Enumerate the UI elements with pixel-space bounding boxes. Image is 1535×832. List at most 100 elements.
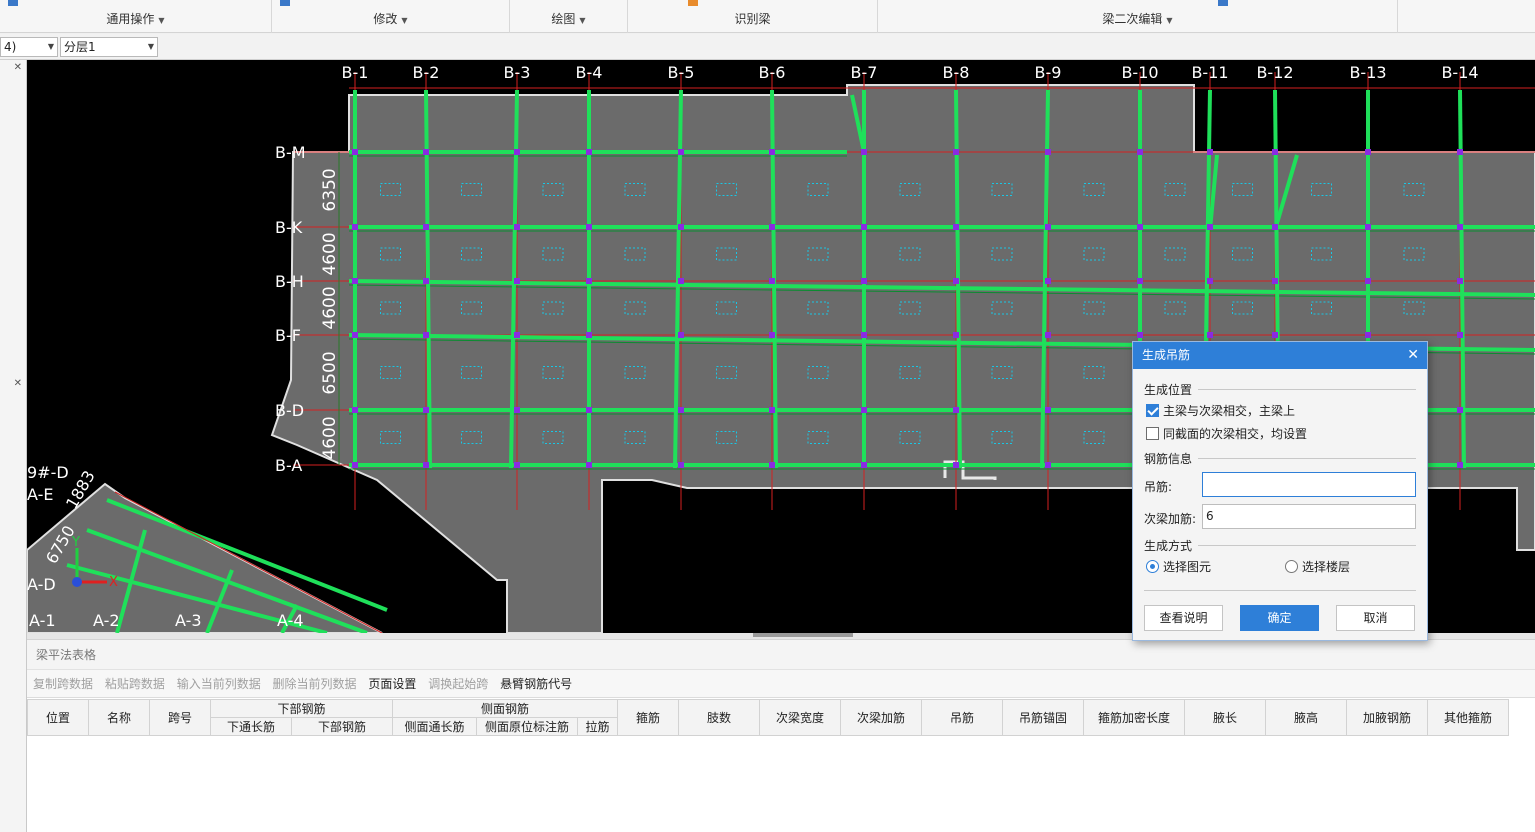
beam-node	[1457, 278, 1463, 284]
layer-combo[interactable]: 分层1 ▼	[60, 37, 158, 57]
panel-title: 梁平法表格	[27, 640, 1535, 670]
col-hanger[interactable]: 吊筋	[921, 699, 1003, 736]
beam-node	[953, 278, 959, 284]
dialog-titlebar: 生成吊筋 ✕	[1133, 342, 1427, 369]
ribbon-top-cut	[8, 0, 21, 6]
col-stirrup-dense-length[interactable]: 箍筋加密长度	[1083, 699, 1185, 736]
beam-node	[861, 224, 867, 230]
section-method-label: 生成方式	[1144, 539, 1193, 553]
dimension-label: 4600	[320, 232, 340, 275]
col-secondary-add[interactable]: 次梁加筋	[840, 699, 922, 736]
chevron-down-icon: ▼	[1166, 16, 1173, 25]
radio-unselected-icon[interactable]	[1285, 560, 1298, 573]
ok-button[interactable]: 确定	[1240, 605, 1319, 631]
tool-input-column[interactable]: 输入当前列数据	[177, 677, 261, 691]
col-other-stirrup[interactable]: 其他箍筋	[1427, 699, 1509, 736]
dimension-label: 6350	[320, 168, 340, 211]
beam-node	[678, 407, 684, 413]
chevron-down-icon: ▼	[47, 42, 54, 51]
tool-copy-span[interactable]: 复制跨数据	[33, 677, 93, 691]
col-haunch-length[interactable]: 腋长	[1184, 699, 1266, 736]
tool-paste-span[interactable]: 粘贴跨数据	[105, 677, 165, 691]
ribbon-group-beam-edit-label[interactable]: 梁二次编辑 ▼	[878, 10, 1397, 27]
col-legs[interactable]: 肢数	[678, 699, 760, 736]
beam-node	[1457, 332, 1463, 338]
chevron-down-icon: ▼	[158, 16, 165, 25]
col-tie[interactable]: 拉筋	[577, 717, 618, 736]
section-rebar: 钢筋信息	[1144, 450, 1416, 466]
secondary-add-input[interactable]: 6	[1202, 504, 1416, 529]
beam-node	[678, 224, 684, 230]
col-group-bottom: 下部钢筋	[210, 699, 393, 718]
col-span[interactable]: 跨号	[149, 699, 211, 736]
hanger-input[interactable]	[1202, 472, 1416, 497]
beam-node	[678, 149, 684, 155]
col-side-through[interactable]: 侧面通长筋	[392, 717, 477, 736]
radio-selected-icon[interactable]	[1146, 560, 1159, 573]
col-bottom-through[interactable]: 下通长筋	[210, 717, 292, 736]
divider	[1198, 389, 1416, 390]
divider	[1198, 545, 1416, 546]
axis-label-col: B-12	[1256, 63, 1293, 82]
close-icon[interactable]: ✕	[14, 62, 22, 73]
beam-node	[769, 332, 775, 338]
col-haunch-rebar[interactable]: 加腋钢筋	[1346, 699, 1428, 736]
close-icon[interactable]: ✕	[14, 378, 22, 389]
beam-node	[1365, 224, 1371, 230]
beam-node	[861, 278, 867, 284]
radio-select-floor-label: 选择楼层	[1302, 560, 1351, 574]
col-name[interactable]: 名称	[88, 699, 150, 736]
beam-node	[586, 149, 592, 155]
beam-node	[953, 224, 959, 230]
tool-swap-start-span[interactable]: 调换起始跨	[428, 677, 488, 691]
tool-delete-column[interactable]: 删除当前列数据	[273, 677, 357, 691]
col-haunch-height[interactable]: 腋高	[1265, 699, 1347, 736]
beam-node	[423, 407, 429, 413]
axis-label-col: B-11	[1191, 63, 1228, 82]
radio-select-floor[interactable]: 选择楼层	[1285, 559, 1350, 575]
beam-node	[423, 224, 429, 230]
col-stirrup[interactable]: 箍筋	[617, 699, 679, 736]
property-toolbar: 4) ▼ 分层1 ▼	[0, 34, 1535, 60]
col-bottom-rebar[interactable]: 下部钢筋	[291, 717, 393, 736]
splitter-grip[interactable]	[753, 633, 853, 637]
checkbox-checked-icon[interactable]	[1146, 404, 1159, 417]
floor-combo[interactable]: 4) ▼	[0, 37, 58, 57]
checkbox-same-section[interactable]: 同截面的次梁相交，均设置	[1146, 426, 1307, 442]
beam-node	[861, 332, 867, 338]
checkbox-main-secondary[interactable]: 主梁与次梁相交，主梁上	[1146, 403, 1295, 419]
beam-node	[769, 149, 775, 155]
ribbon-group-draw-label[interactable]: 绘图 ▼	[510, 10, 627, 27]
tool-cantilever-code[interactable]: 悬臂钢筋代号	[500, 677, 572, 691]
ribbon-group-modify-label[interactable]: 修改 ▼	[272, 10, 509, 27]
beam-node	[1207, 332, 1213, 338]
axis-label-row: B-M	[275, 143, 306, 162]
section-rebar-label: 钢筋信息	[1144, 452, 1193, 466]
axis-label-row: B-F	[275, 326, 301, 345]
chevron-down-icon: ▼	[401, 16, 408, 25]
beam-node	[678, 462, 684, 468]
beam-node	[1137, 224, 1143, 230]
beam-node	[1045, 462, 1051, 468]
col-hanger-anchor[interactable]: 吊筋锚固	[1002, 699, 1084, 736]
beam-node	[423, 278, 429, 284]
close-icon[interactable]: ✕	[1407, 342, 1419, 369]
col-position[interactable]: 位置	[27, 699, 89, 736]
view-help-button[interactable]: 查看说明	[1144, 605, 1223, 631]
radio-select-element[interactable]: 选择图元	[1146, 559, 1211, 575]
axis-label-row: B-D	[275, 401, 304, 420]
ribbon-group-general-label[interactable]: 通用操作 ▼	[0, 10, 271, 27]
col-side-original[interactable]: 侧面原位标注筋	[476, 717, 578, 736]
checkbox-unchecked-icon[interactable]	[1146, 427, 1159, 440]
beam-node	[678, 332, 684, 338]
chevron-down-icon: ▼	[579, 16, 586, 25]
axis-label-a-row: 9#-D	[27, 463, 69, 482]
col-secondary-width[interactable]: 次梁宽度	[759, 699, 841, 736]
beam-node	[1272, 332, 1278, 338]
beam-node	[1365, 278, 1371, 284]
axis-label-col: B-7	[851, 63, 878, 82]
beam-node	[1272, 278, 1278, 284]
beam-node	[514, 149, 520, 155]
tool-page-setup[interactable]: 页面设置	[368, 677, 416, 691]
cancel-button[interactable]: 取消	[1336, 605, 1415, 631]
